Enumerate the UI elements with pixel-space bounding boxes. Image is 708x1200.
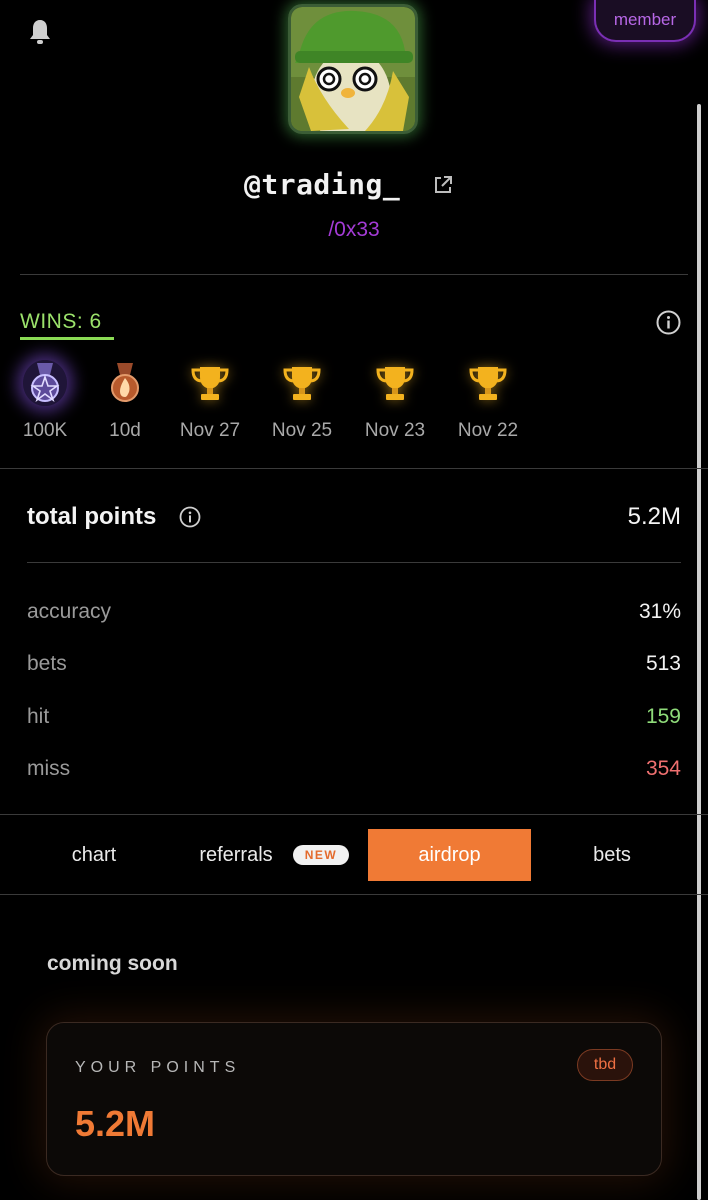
stat-label: hit [27, 705, 50, 728]
trophy-icon [280, 360, 324, 406]
tbd-badge: tbd [577, 1049, 633, 1081]
avatar [288, 4, 418, 134]
points-card: YOUR POINTS tbd 5.2M [46, 1022, 662, 1176]
badge-label: Nov 22 [457, 420, 519, 441]
badge-nov-27[interactable]: Nov 27 [178, 360, 242, 450]
stat-row-accuracy: accuracy 31% [27, 600, 681, 630]
scrollbar[interactable] [697, 104, 701, 1200]
tab-airdrop[interactable]: airdrop [368, 829, 531, 881]
bell-icon[interactable] [28, 18, 52, 46]
new-badge: NEW [293, 845, 349, 865]
stat-label: bets [27, 652, 67, 675]
wins-label: WINS: 6 [20, 310, 102, 333]
divider [20, 274, 688, 275]
badge-nov-25[interactable]: Nov 25 [270, 360, 334, 450]
badge-nov-22[interactable]: Nov 22 [456, 360, 520, 450]
tab-bar: chart referrals airdrop bets [0, 826, 708, 884]
badge-10d[interactable]: 10d [93, 360, 157, 450]
badge-100k[interactable]: 100K [13, 360, 77, 450]
wins-underline [20, 337, 114, 340]
badge-label: Nov 25 [271, 420, 333, 441]
trophy-icon [188, 360, 232, 406]
stat-value: 354 [645, 757, 681, 780]
stat-label: accuracy [27, 600, 112, 623]
coming-soon-heading: coming soon [47, 952, 178, 975]
pentagram-medal-icon [23, 360, 67, 406]
stat-value: 159 [645, 705, 681, 728]
total-points-value: 5.2M [627, 503, 681, 530]
stat-row-hit: hit 159 [27, 705, 681, 735]
card-points-value: 5.2M [75, 1103, 156, 1144]
tab-bets[interactable]: bets [552, 829, 672, 881]
trophy-icon [466, 360, 510, 406]
tab-referrals[interactable]: referrals [186, 829, 286, 881]
card-label: YOUR POINTS [75, 1059, 241, 1076]
stat-row-miss: miss 354 [27, 757, 681, 787]
info-icon[interactable] [179, 506, 201, 528]
badge-nov-23[interactable]: Nov 23 [363, 360, 427, 450]
external-link-icon[interactable] [432, 174, 454, 196]
member-button[interactable]: member [594, 0, 696, 42]
stat-value: 513 [645, 652, 681, 675]
total-points-label: total points [27, 503, 157, 530]
divider [0, 894, 708, 895]
divider [0, 468, 708, 469]
divider [0, 814, 708, 815]
flame-medal-icon [103, 360, 147, 406]
username: @trading_ [244, 168, 401, 201]
badge-label: Nov 27 [179, 420, 241, 441]
trophy-icon [373, 360, 417, 406]
stat-value: 31% [638, 600, 681, 623]
info-icon[interactable] [656, 310, 681, 335]
tab-chart[interactable]: chart [24, 829, 164, 881]
stat-label: miss [27, 757, 71, 780]
user-handle[interactable]: /0x33 [0, 218, 708, 242]
stat-row-bets: bets 513 [27, 652, 681, 682]
divider [27, 562, 681, 563]
badge-label: Nov 23 [364, 420, 426, 441]
